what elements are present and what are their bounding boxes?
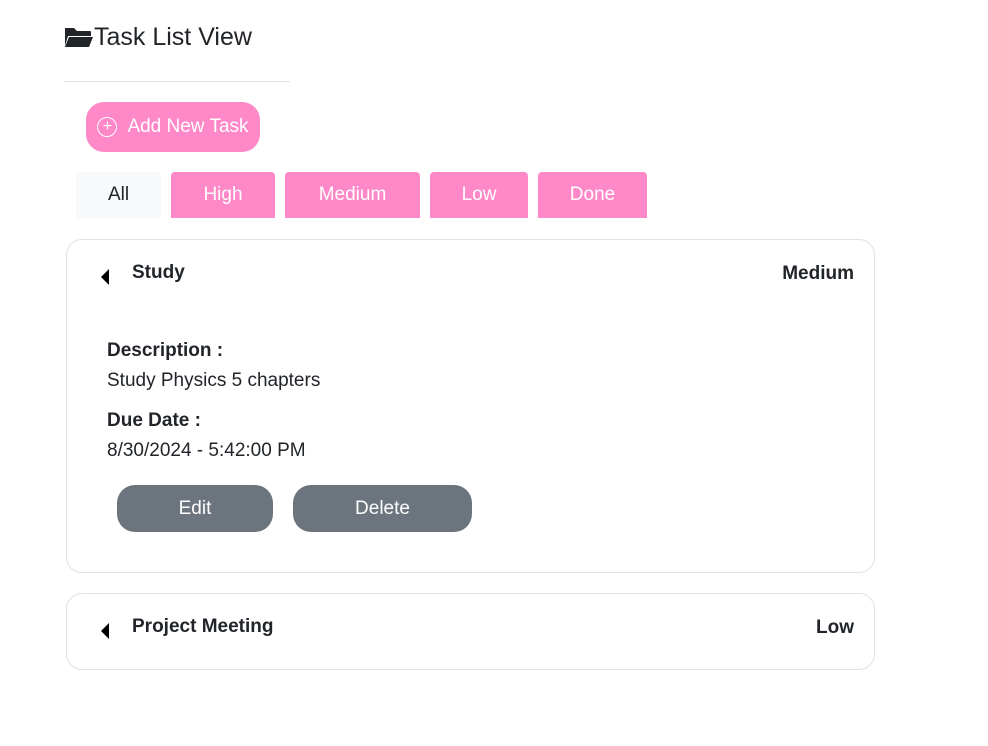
- filter-medium[interactable]: Medium: [285, 172, 420, 218]
- task-list-page: Task List View + Add New Task All High M…: [0, 0, 988, 746]
- edit-button[interactable]: Edit: [117, 485, 273, 532]
- filter-done[interactable]: Done: [538, 172, 647, 218]
- description-label: Description :: [107, 340, 224, 361]
- task-title[interactable]: Study: [132, 262, 185, 284]
- plus-circle-icon: +: [97, 117, 118, 137]
- task-title[interactable]: Project Meeting: [132, 616, 273, 638]
- add-new-task-button[interactable]: + Add New Task: [86, 102, 260, 152]
- filter-all[interactable]: All: [76, 172, 161, 218]
- page-title: Task List View: [94, 23, 252, 51]
- folder-open-icon: [65, 28, 93, 47]
- page-header: Task List View: [64, 22, 252, 52]
- header-divider: [64, 81, 290, 82]
- delete-button[interactable]: Delete: [293, 485, 472, 532]
- description-value: Study Physics 5 chapters: [107, 370, 321, 391]
- due-date-label: Due Date :: [107, 410, 201, 431]
- filter-high[interactable]: High: [171, 172, 275, 218]
- task-priority: Medium: [782, 263, 854, 284]
- add-new-task-label: Add New Task: [127, 116, 249, 137]
- filter-low[interactable]: Low: [430, 172, 528, 218]
- expand-caret-icon[interactable]: [101, 623, 109, 639]
- collapse-caret-icon[interactable]: [101, 269, 109, 285]
- task-priority: Low: [816, 617, 854, 638]
- due-date-value: 8/30/2024 - 5:42:00 PM: [107, 440, 306, 461]
- task-card-study: Study Medium Description : Study Physics…: [66, 239, 875, 573]
- task-card-project-meeting: Project Meeting Low: [66, 593, 875, 670]
